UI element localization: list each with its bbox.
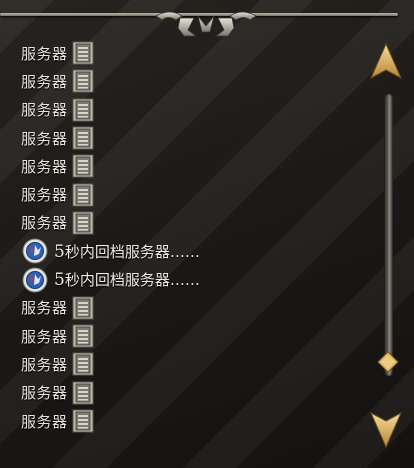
server-list-item[interactable]: 服务器: [21, 152, 371, 180]
save-seconds: 5: [54, 270, 65, 291]
server-icon: [72, 211, 94, 235]
scrollbar-thumb[interactable]: [377, 351, 399, 373]
save-status-label: 5秒内回档服务器……: [54, 241, 200, 262]
server-label: 服务器: [21, 299, 68, 318]
server-list-item[interactable]: 服务器: [21, 124, 371, 152]
server-label: 服务器: [21, 214, 68, 233]
server-list-item[interactable]: 服务器: [21, 209, 371, 237]
server-list-item[interactable]: 服务器: [21, 322, 371, 350]
server-list: 服务器 服务器 服务器 服务器 服务器 服务器 服务器 5秒内回档服务器…… 5秒内回档服务器……: [21, 39, 371, 435]
server-list-item[interactable]: 服务器: [21, 180, 371, 208]
server-list-item[interactable]: 服务器: [21, 96, 371, 124]
save-badge-icon: [22, 238, 48, 264]
server-label: 服务器: [21, 72, 68, 91]
server-icon: [72, 183, 94, 207]
server-list-item[interactable]: 服务器: [21, 294, 371, 322]
server-icon: [72, 41, 94, 65]
server-icon: [72, 381, 94, 405]
server-label: 服务器: [21, 327, 68, 346]
server-icon: [72, 154, 94, 178]
server-label: 服务器: [21, 355, 68, 374]
scroll-up-arrow-icon[interactable]: [369, 42, 403, 82]
scrollbar-track[interactable]: [384, 94, 393, 376]
save-status-item[interactable]: 5秒内回档服务器……: [21, 265, 371, 293]
scroll-down-arrow-icon[interactable]: [369, 409, 403, 449]
server-list-item[interactable]: 服务器: [21, 67, 371, 95]
save-status-label: 5秒内回档服务器……: [54, 269, 200, 290]
server-label: 服务器: [21, 101, 68, 120]
server-list-item[interactable]: 服务器: [21, 407, 371, 435]
server-icon: [72, 324, 94, 348]
save-status-text: 秒内回档服务器……: [64, 271, 200, 290]
top-ornament-icon: [155, 11, 257, 37]
save-badge-icon: [22, 267, 48, 293]
server-label: 服务器: [21, 186, 68, 205]
save-seconds: 5: [54, 241, 65, 262]
server-label: 服务器: [21, 384, 68, 403]
server-label: 服务器: [21, 157, 68, 176]
save-status-text: 秒内回档服务器……: [64, 242, 200, 261]
server-label: 服务器: [21, 412, 68, 431]
server-label: 服务器: [21, 129, 68, 148]
server-icon: [72, 126, 94, 150]
save-status-item[interactable]: 5秒内回档服务器……: [21, 237, 371, 265]
server-label: 服务器: [21, 44, 68, 63]
server-icon: [72, 98, 94, 122]
server-icon: [72, 296, 94, 320]
server-icon: [72, 69, 94, 93]
server-list-item[interactable]: 服务器: [21, 39, 371, 67]
server-icon: [72, 352, 94, 376]
server-list-item[interactable]: 服务器: [21, 379, 371, 407]
server-icon: [72, 409, 94, 433]
server-list-item[interactable]: 服务器: [21, 350, 371, 378]
